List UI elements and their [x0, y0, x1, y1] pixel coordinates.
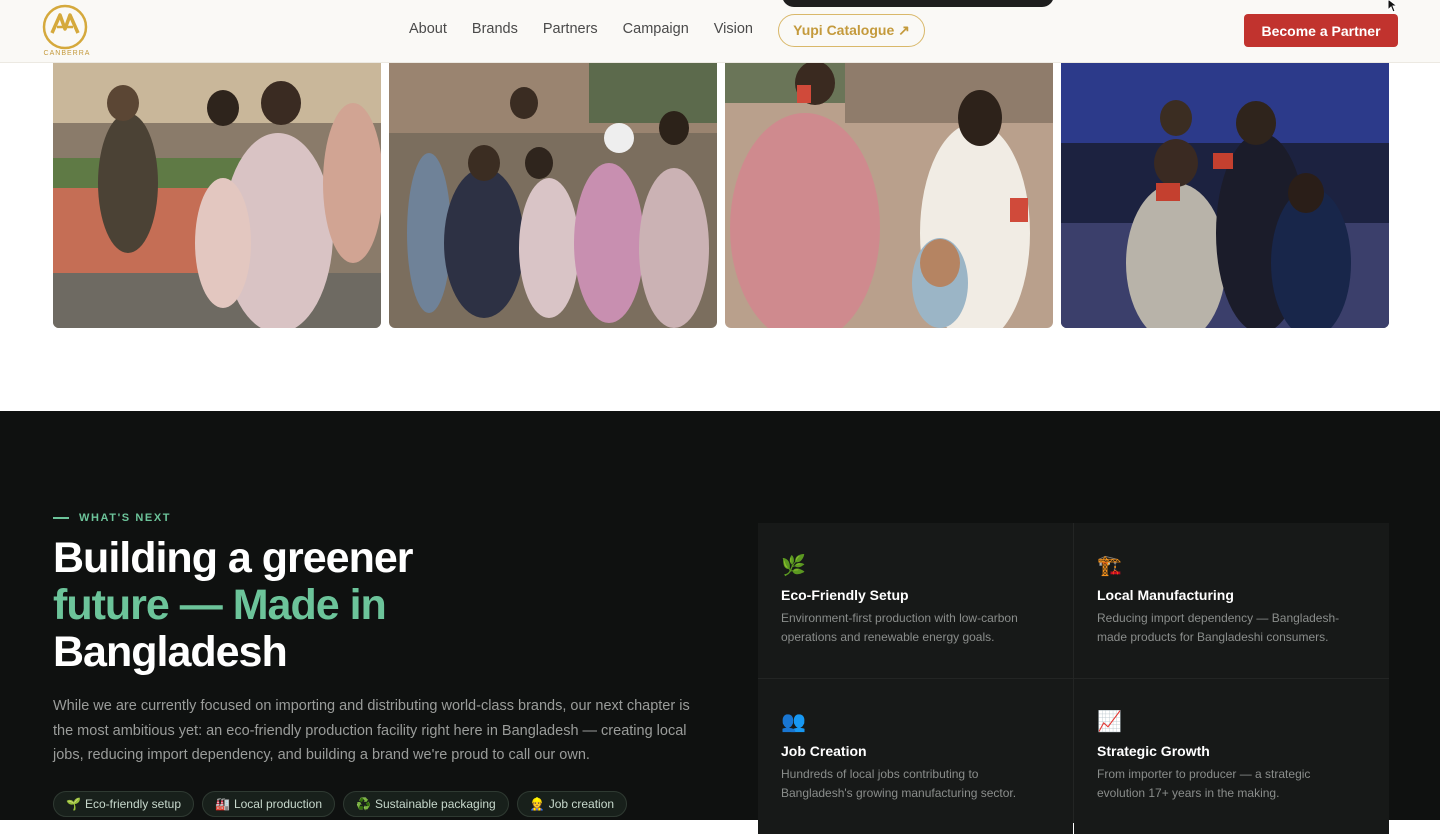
mouse-cursor-icon [1387, 0, 1399, 13]
card-job-creation: 👥 Job Creation Hundreds of local jobs co… [758, 679, 1073, 834]
children-event-photo-1 [53, 63, 381, 328]
card-text: Reducing import dependency — Bangladesh-… [1097, 611, 1340, 644]
photo-gallery [53, 63, 1389, 328]
headline-line-2: future — Made in [53, 581, 387, 629]
section-eyebrow: WHAT'S NEXT [53, 512, 171, 524]
card-text: From importer to producer — a strategic … [1097, 767, 1311, 800]
herb-icon: 🌿 [781, 555, 806, 577]
yupi-catalogue-button[interactable]: Yupi Catalogue ↗ [778, 14, 925, 47]
chart-up-icon: 📈 [1097, 711, 1122, 733]
people-icon: 👥 [781, 711, 806, 733]
whats-next-section: WHAT'S NEXT Building a greener future — … [0, 411, 1440, 834]
worker-icon: 👷 [529, 797, 545, 811]
section-headline: Building a greener future — Made in Bang… [53, 534, 414, 676]
headline-line-3: Bangladesh [53, 628, 288, 676]
chip-eco-friendly[interactable]: 🌱 Eco-friendly setup [53, 791, 194, 817]
girls-candy-photo-3 [725, 63, 1053, 328]
chip-sustainable-packaging[interactable]: ♻️ Sustainable packaging [343, 791, 509, 817]
chip-label: Sustainable packaging [374, 797, 496, 811]
nav-link-vision[interactable]: Vision [714, 21, 753, 37]
recycle-icon: ♻️ [356, 797, 371, 811]
chip-local-production[interactable]: 🏭 Local production [202, 791, 336, 817]
card-title: Strategic Growth [1097, 743, 1210, 759]
top-navigation: CANBERRA About Brands Partners Campaign … [0, 0, 1440, 63]
card-title: Local Manufacturing [1097, 587, 1234, 603]
chip-label: Eco-friendly setup [84, 797, 181, 811]
become-partner-button[interactable]: Become a Partner [1244, 14, 1398, 47]
headline-line-1: Building a greener [53, 534, 414, 582]
construction-icon: 🏗️ [1097, 555, 1122, 577]
card-title: Job Creation [781, 743, 867, 759]
nav-links: About Brands Partners Campaign Vision [409, 21, 778, 37]
nav-link-campaign[interactable]: Campaign [623, 21, 689, 37]
seedling-icon: 🌱 [66, 797, 81, 811]
svg-text:CANBERRA: CANBERRA [44, 50, 91, 57]
card-text: Environment-first production with low-ca… [781, 611, 1018, 644]
chip-label: Job creation [548, 797, 615, 811]
nav-link-partners[interactable]: Partners [543, 21, 598, 37]
nav-link-brands[interactable]: Brands [472, 21, 518, 37]
section-description: While we are currently focused on import… [53, 698, 690, 763]
card-local-manufacturing: 🏗️ Local Manufacturing Reducing import d… [1074, 523, 1389, 678]
card-strategic-growth: 📈 Strategic Growth From importer to prod… [1074, 679, 1389, 834]
card-title: Eco-Friendly Setup [781, 587, 909, 603]
nav-link-about[interactable]: About [409, 21, 447, 37]
boys-night-event-photo-4 [1061, 63, 1389, 328]
factory-icon: 🏭 [215, 797, 230, 811]
eyebrow-line [53, 517, 69, 519]
card-eco-friendly-setup: 🌿 Eco-Friendly Setup Environment-first p… [758, 523, 1073, 678]
card-text: Hundreds of local jobs contributing to B… [781, 767, 1017, 800]
canberra-logo[interactable]: CANBERRA [42, 3, 92, 57]
chip-label: Local production [233, 797, 323, 811]
eyebrow-label: WHAT'S NEXT [79, 512, 172, 524]
feature-chips: 🌱 Eco-friendly setup 🏭 Local production … [53, 791, 628, 817]
children-group-photo-2 [389, 63, 717, 328]
feature-card-grid: 🌿 Eco-Friendly Setup Environment-first p… [758, 523, 1389, 834]
browser-notch [782, 0, 1054, 7]
chip-job-creation[interactable]: 👷 Job creation [516, 791, 628, 817]
